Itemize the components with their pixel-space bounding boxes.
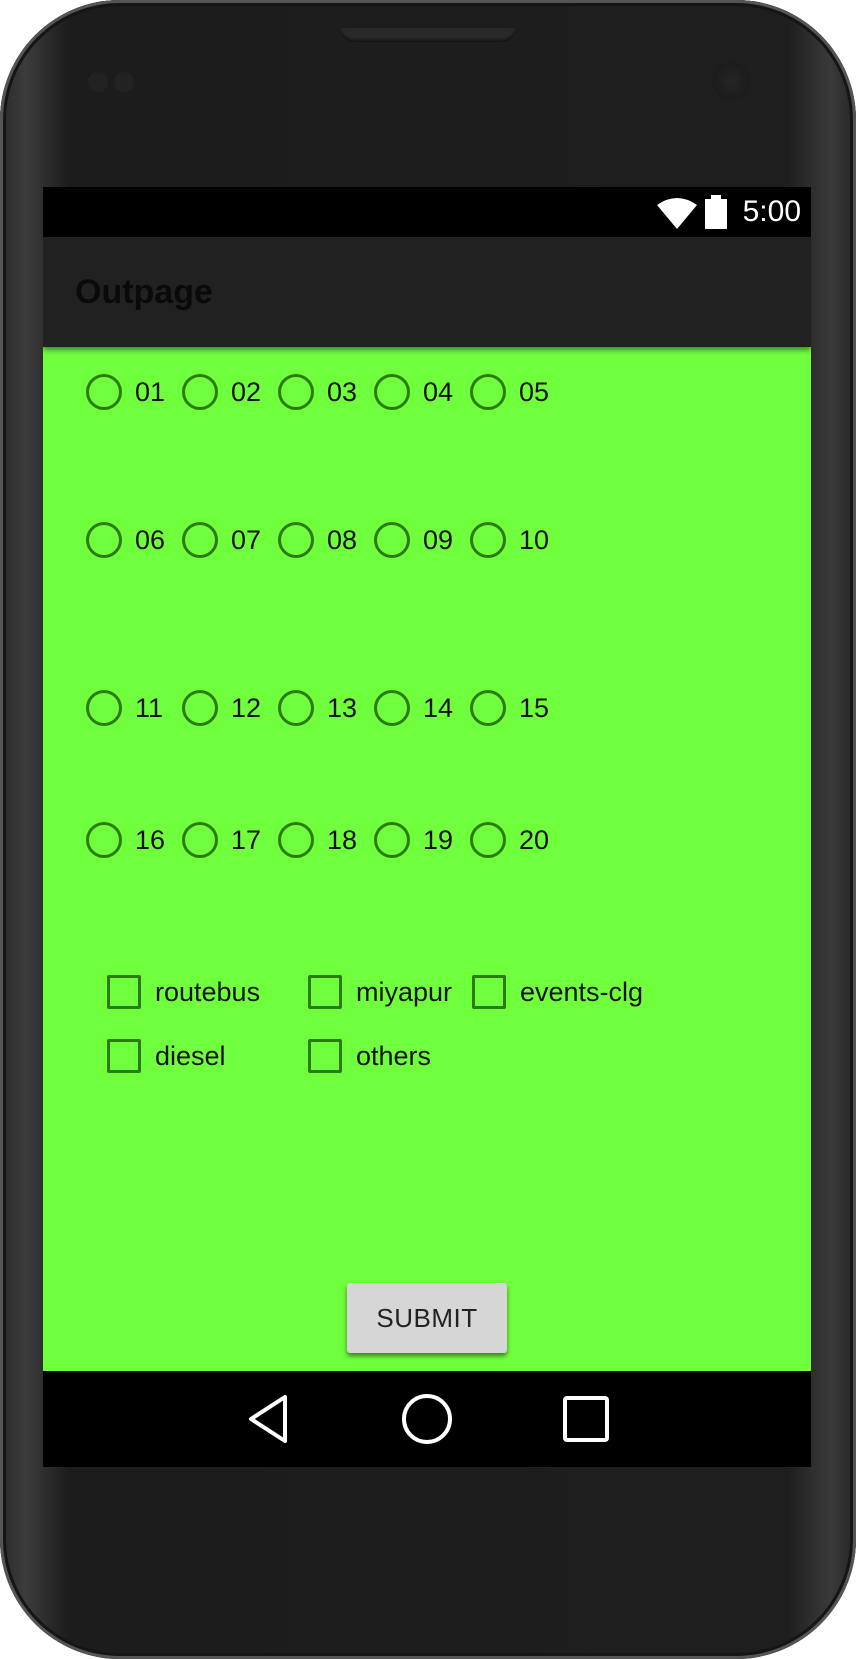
radio-option-07[interactable]: 07 [182,520,261,560]
checkbox-label: routebus [155,976,261,1007]
radio-label: 17 [231,824,262,855]
radio-option-04[interactable]: 04 [374,372,453,412]
radio-label: 03 [327,376,358,407]
battery-icon [705,195,727,229]
checkbox-box[interactable] [308,975,342,1009]
checkbox-label: others [356,1040,432,1071]
radio-circle[interactable] [278,522,314,558]
radio-circle[interactable] [182,522,218,558]
radio-option-18[interactable]: 18 [278,820,357,860]
radio-circle[interactable] [374,522,410,558]
radio-label: 15 [519,692,550,723]
radio-circle[interactable] [374,374,410,410]
radio-option-03[interactable]: 03 [278,372,357,412]
radio-circle[interactable] [86,374,122,410]
checkbox-diesel[interactable]: diesel [107,1036,226,1076]
radio-option-02[interactable]: 02 [182,372,261,412]
recents-icon[interactable] [556,1389,616,1449]
radio-circle[interactable] [278,690,314,726]
checkbox-label: diesel [155,1040,226,1071]
checkbox-box[interactable] [107,975,141,1009]
proximity-sensor [88,72,108,92]
radio-label: 16 [135,824,166,855]
checkbox-others[interactable]: others [308,1036,431,1076]
radio-option-06[interactable]: 06 [86,520,165,560]
radio-circle[interactable] [86,522,122,558]
radio-option-08[interactable]: 08 [278,520,357,560]
radio-label: 06 [135,524,166,555]
radio-label: 19 [423,824,454,855]
radio-circle[interactable] [86,822,122,858]
checkbox-box[interactable] [107,1039,141,1073]
app-bar: Outpage [43,237,811,347]
radio-option-12[interactable]: 12 [182,688,261,728]
radio-circle[interactable] [374,690,410,726]
checkbox-miyapur[interactable]: miyapur [308,972,452,1012]
front-camera [712,62,750,100]
wifi-icon [657,198,697,229]
radio-label: 13 [327,692,358,723]
radio-circle[interactable] [470,374,506,410]
radio-label: 18 [327,824,358,855]
checkbox-routebus[interactable]: routebus [107,972,260,1012]
radio-label: 20 [519,824,550,855]
radio-circle[interactable] [182,374,218,410]
radio-option-10[interactable]: 10 [470,520,549,560]
navigation-bar [43,1371,811,1467]
radio-circle[interactable] [278,822,314,858]
radio-option-19[interactable]: 19 [374,820,453,860]
checkbox-events-clg[interactable]: events-clg [472,972,643,1012]
checkbox-box[interactable] [472,975,506,1009]
device-frame: 5:00 Outpage 01 02 03 04 05 06 07 08 09 … [0,0,856,1659]
radio-option-13[interactable]: 13 [278,688,357,728]
status-bar: 5:00 [43,187,811,237]
checkbox-box[interactable] [308,1039,342,1073]
radio-circle[interactable] [278,374,314,410]
radio-label: 10 [519,524,550,555]
radio-circle[interactable] [470,690,506,726]
form-content: 01 02 03 04 05 06 07 08 09 10 11 12 13 1… [43,347,811,1371]
radio-label: 02 [231,376,262,407]
checkbox-label: miyapur [356,976,453,1007]
radio-option-01[interactable]: 01 [86,372,165,412]
status-time: 5:00 [742,195,801,228]
radio-option-11[interactable]: 11 [86,688,163,728]
radio-option-14[interactable]: 14 [374,688,453,728]
radio-label: 09 [423,524,454,555]
radio-circle[interactable] [374,822,410,858]
radio-circle[interactable] [182,690,218,726]
radio-option-17[interactable]: 17 [182,820,261,860]
checkbox-label: events-clg [520,976,644,1007]
back-icon[interactable] [239,1389,299,1449]
radio-label: 08 [327,524,358,555]
radio-label: 11 [135,692,164,723]
radio-label: 05 [519,376,550,407]
radio-circle[interactable] [470,822,506,858]
radio-label: 12 [231,692,262,723]
phone-body: 5:00 Outpage 01 02 03 04 05 06 07 08 09 … [0,0,856,1659]
radio-label: 07 [231,524,262,555]
home-icon[interactable] [397,1389,457,1449]
radio-option-09[interactable]: 09 [374,520,453,560]
screen: 5:00 Outpage 01 02 03 04 05 06 07 08 09 … [43,187,811,1467]
radio-circle[interactable] [470,522,506,558]
earpiece-speaker [340,28,516,42]
radio-circle[interactable] [86,690,122,726]
radio-label: 14 [423,692,454,723]
radio-option-15[interactable]: 15 [470,688,549,728]
radio-option-05[interactable]: 05 [470,372,549,412]
submit-button[interactable]: SUBMIT [347,1283,507,1353]
radio-label: 04 [423,376,454,407]
radio-label: 01 [135,376,166,407]
radio-option-20[interactable]: 20 [470,820,549,860]
app-title: Outpage [75,273,213,311]
radio-circle[interactable] [182,822,218,858]
light-sensor [114,72,134,92]
radio-option-16[interactable]: 16 [86,820,165,860]
